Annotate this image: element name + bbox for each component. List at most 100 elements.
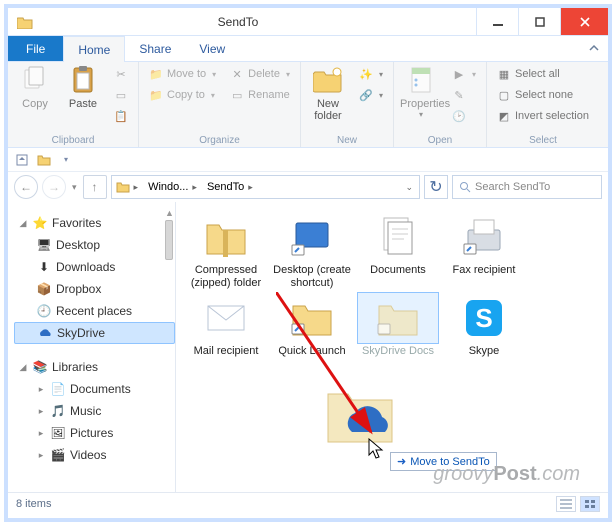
collapse-ribbon-icon[interactable] — [580, 36, 608, 61]
move-to-icon: 📁 — [149, 67, 163, 81]
folder-shortcut-icon — [272, 293, 352, 343]
new-folder-icon — [307, 64, 349, 96]
cut-button[interactable]: ✂ — [110, 64, 132, 84]
ribbon-group-clipboard: Copy Paste ✂ ▭ 📋 Clipboard — [8, 62, 139, 147]
svg-text:S: S — [475, 303, 492, 333]
tree-favorites[interactable]: ◢⭐Favorites — [14, 212, 175, 234]
desktop-icon: 🖥 — [36, 237, 52, 253]
address-dropdown-icon[interactable]: ⌄ — [399, 182, 419, 193]
item-skype[interactable]: S Skype — [444, 293, 524, 358]
tab-home[interactable]: Home — [63, 36, 125, 62]
open-button[interactable]: ▶▾ — [448, 64, 480, 84]
select-none-icon: ▢ — [497, 88, 511, 102]
item-desktop-shortcut[interactable]: Desktop (create shortcut) — [272, 212, 352, 289]
ribbon-group-organize: 📁Move to▾ 📁Copy to▾ ✕Delete▾ ▭Rename Org… — [139, 62, 301, 147]
close-button[interactable] — [560, 8, 608, 35]
view-details-button[interactable] — [556, 496, 576, 512]
item-fax-recipient[interactable]: Fax recipient — [444, 212, 524, 289]
watermark: groovyPost.com — [433, 463, 580, 486]
move-to-button[interactable]: 📁Move to▾ — [145, 64, 220, 84]
back-button[interactable]: ← — [14, 175, 38, 199]
breadcrumb[interactable]: Windo...▸ — [144, 176, 203, 198]
navigation-bar: ← → ▾ ↑ ▸ Windo...▸ SendTo▸ ⌄ ↻ Search S… — [8, 172, 608, 202]
tree-music[interactable]: ▸🎵Music — [14, 400, 175, 422]
star-icon: ⭐ — [32, 215, 48, 231]
copy-to-button[interactable]: 📁Copy to▾ — [145, 85, 220, 105]
copy-to-icon: 📁 — [149, 88, 163, 102]
maximize-button[interactable] — [518, 8, 560, 35]
title-bar: SendTo — [8, 8, 608, 36]
crumb-root-icon[interactable]: ▸ — [112, 176, 145, 198]
paste-button[interactable]: Paste — [62, 64, 104, 110]
libraries-icon: 📚 — [32, 359, 48, 375]
move-arrow-icon: ➜ — [397, 455, 406, 468]
easy-access-button[interactable]: 🔗▾ — [355, 85, 387, 105]
search-icon — [459, 181, 471, 193]
qat-dropdown-icon[interactable]: ▾ — [58, 152, 74, 168]
history-dropdown-icon[interactable]: ▾ — [70, 182, 79, 193]
history-button[interactable]: 🕑 — [448, 106, 480, 126]
desktop-shortcut-icon — [272, 212, 352, 262]
tree-videos[interactable]: ▸🎬Videos — [14, 444, 175, 466]
breadcrumb[interactable]: SendTo▸ — [203, 176, 259, 198]
up-button[interactable]: ↑ — [83, 175, 107, 199]
item-quick-launch[interactable]: Quick Launch — [272, 293, 352, 358]
refresh-button[interactable]: ↻ — [424, 175, 448, 199]
tree-dropbox[interactable]: 📦Dropbox — [14, 278, 175, 300]
ribbon-tabs: File Home Share View — [8, 36, 608, 62]
dropbox-icon: 📦 — [36, 281, 52, 297]
easy-access-icon: 🔗 — [359, 88, 373, 102]
tree-pictures[interactable]: ▸🖼Pictures — [14, 422, 175, 444]
item-count: 8 items — [16, 498, 51, 510]
tree-downloads[interactable]: ⬇Downloads — [14, 256, 175, 278]
ribbon-group-select: ▦Select all ▢Select none ◩Invert selecti… — [487, 62, 599, 147]
tab-view[interactable]: View — [185, 36, 239, 61]
tab-file[interactable]: File — [8, 36, 63, 61]
copy-icon — [14, 64, 56, 96]
new-folder-button[interactable]: New folder — [307, 64, 349, 122]
tree-desktop[interactable]: 🖥Desktop — [14, 234, 175, 256]
drag-ghost — [322, 382, 402, 452]
copy-path-button[interactable]: ▭ — [110, 85, 132, 105]
invert-selection-icon: ◩ — [497, 109, 511, 123]
ribbon-group-open: Properties▾ ▶▾ ✎ 🕑 Open — [394, 62, 487, 147]
view-icons-button[interactable] — [580, 496, 600, 512]
select-none-button[interactable]: ▢Select none — [493, 85, 593, 105]
new-item-icon: ✨ — [359, 67, 373, 81]
minimize-button[interactable] — [476, 8, 518, 35]
new-item-button[interactable]: ✨▾ — [355, 64, 387, 84]
properties-button[interactable]: Properties▾ — [400, 64, 442, 119]
delete-icon: ✕ — [230, 67, 244, 81]
tree-libraries[interactable]: ◢📚Libraries — [14, 356, 175, 378]
tree-skydrive[interactable]: SkyDrive — [14, 322, 175, 344]
paste-shortcut-button[interactable]: 📋 — [110, 106, 132, 126]
copy-button[interactable]: Copy — [14, 64, 56, 110]
videos-icon: 🎬 — [50, 447, 66, 463]
item-skydrive-docs[interactable]: SkyDrive Docs — [358, 293, 438, 358]
edit-button[interactable]: ✎ — [448, 85, 480, 105]
address-bar[interactable]: ▸ Windo...▸ SendTo▸ ⌄ — [111, 175, 420, 199]
tree-documents[interactable]: ▸📄Documents — [14, 378, 175, 400]
navigation-pane: ▲ ◢⭐Favorites 🖥Desktop ⬇Downloads 📦Dropb… — [8, 202, 176, 492]
tab-share[interactable]: Share — [125, 36, 185, 61]
item-mail-recipient[interactable]: Mail recipient — [186, 293, 266, 358]
music-icon: 🎵 — [50, 403, 66, 419]
status-bar: 8 items — [8, 492, 608, 514]
mail-icon — [186, 293, 266, 343]
select-all-button[interactable]: ▦Select all — [493, 64, 593, 84]
scrollbar-thumb[interactable] — [165, 220, 173, 260]
zip-folder-icon — [186, 212, 266, 262]
search-box[interactable]: Search SendTo — [452, 175, 602, 199]
content-pane[interactable]: Compressed (zipped) folder Desktop (crea… — [176, 202, 608, 492]
qat-up-icon[interactable] — [14, 152, 30, 168]
forward-button[interactable]: → — [42, 175, 66, 199]
delete-button[interactable]: ✕Delete▾ — [226, 64, 294, 84]
item-documents[interactable]: Documents — [358, 212, 438, 289]
invert-selection-button[interactable]: ◩Invert selection — [493, 106, 593, 126]
rename-button[interactable]: ▭Rename — [226, 85, 294, 105]
qat-folder-icon[interactable] — [36, 152, 52, 168]
open-icon: ▶ — [452, 67, 466, 81]
history-icon: 🕑 — [452, 109, 466, 123]
tree-recent[interactable]: 🕘Recent places — [14, 300, 175, 322]
item-compressed-folder[interactable]: Compressed (zipped) folder — [186, 212, 266, 289]
